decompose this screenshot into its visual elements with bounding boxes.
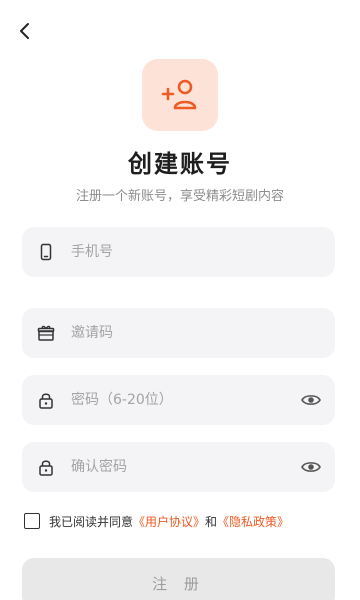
- privacy-policy-link[interactable]: 《隐私政策》: [217, 513, 289, 530]
- phone-field[interactable]: [22, 227, 335, 277]
- chevron-left-icon: [20, 23, 29, 39]
- confirm-password-input[interactable]: [71, 442, 300, 492]
- invite-code-input[interactable]: [71, 308, 335, 358]
- page-subtitle: 注册一个新账号，享受精彩短剧内容: [75, 189, 284, 204]
- eye-icon: [301, 395, 321, 405]
- register-button[interactable]: 注 册: [22, 558, 335, 600]
- page-title: 创建账号: [128, 150, 232, 178]
- app-logo: [142, 59, 218, 131]
- lock-icon: [37, 391, 55, 409]
- gift-icon: [37, 324, 55, 342]
- show-password-toggle[interactable]: [300, 389, 322, 411]
- agreement-and: 和: [205, 514, 218, 529]
- register-screen: 创建账号 注册一个新账号，享受精彩短剧内容 手机号 邀请码 我已阅读并同意 《用…: [0, 0, 360, 600]
- password-input[interactable]: [71, 375, 300, 425]
- show-confirm-password-toggle[interactable]: [300, 456, 322, 478]
- back-button[interactable]: [14, 20, 36, 42]
- eye-icon: [301, 462, 321, 472]
- agreement-prefix: 我已阅读并同意: [49, 514, 134, 529]
- password-field[interactable]: [22, 375, 335, 425]
- confirm-password-field[interactable]: [22, 442, 335, 492]
- user-agreement-link[interactable]: 《用户协议》: [133, 513, 205, 530]
- phone-icon: [37, 243, 55, 261]
- agreement-checkbox[interactable]: [24, 513, 40, 529]
- invite-code-field[interactable]: [22, 308, 335, 358]
- lock-icon: [37, 458, 55, 476]
- agreement-row: 我已阅读并同意 《用户协议》 和 《隐私政策》: [24, 511, 289, 531]
- add-user-icon: [161, 79, 197, 110]
- phone-input[interactable]: [71, 227, 335, 277]
